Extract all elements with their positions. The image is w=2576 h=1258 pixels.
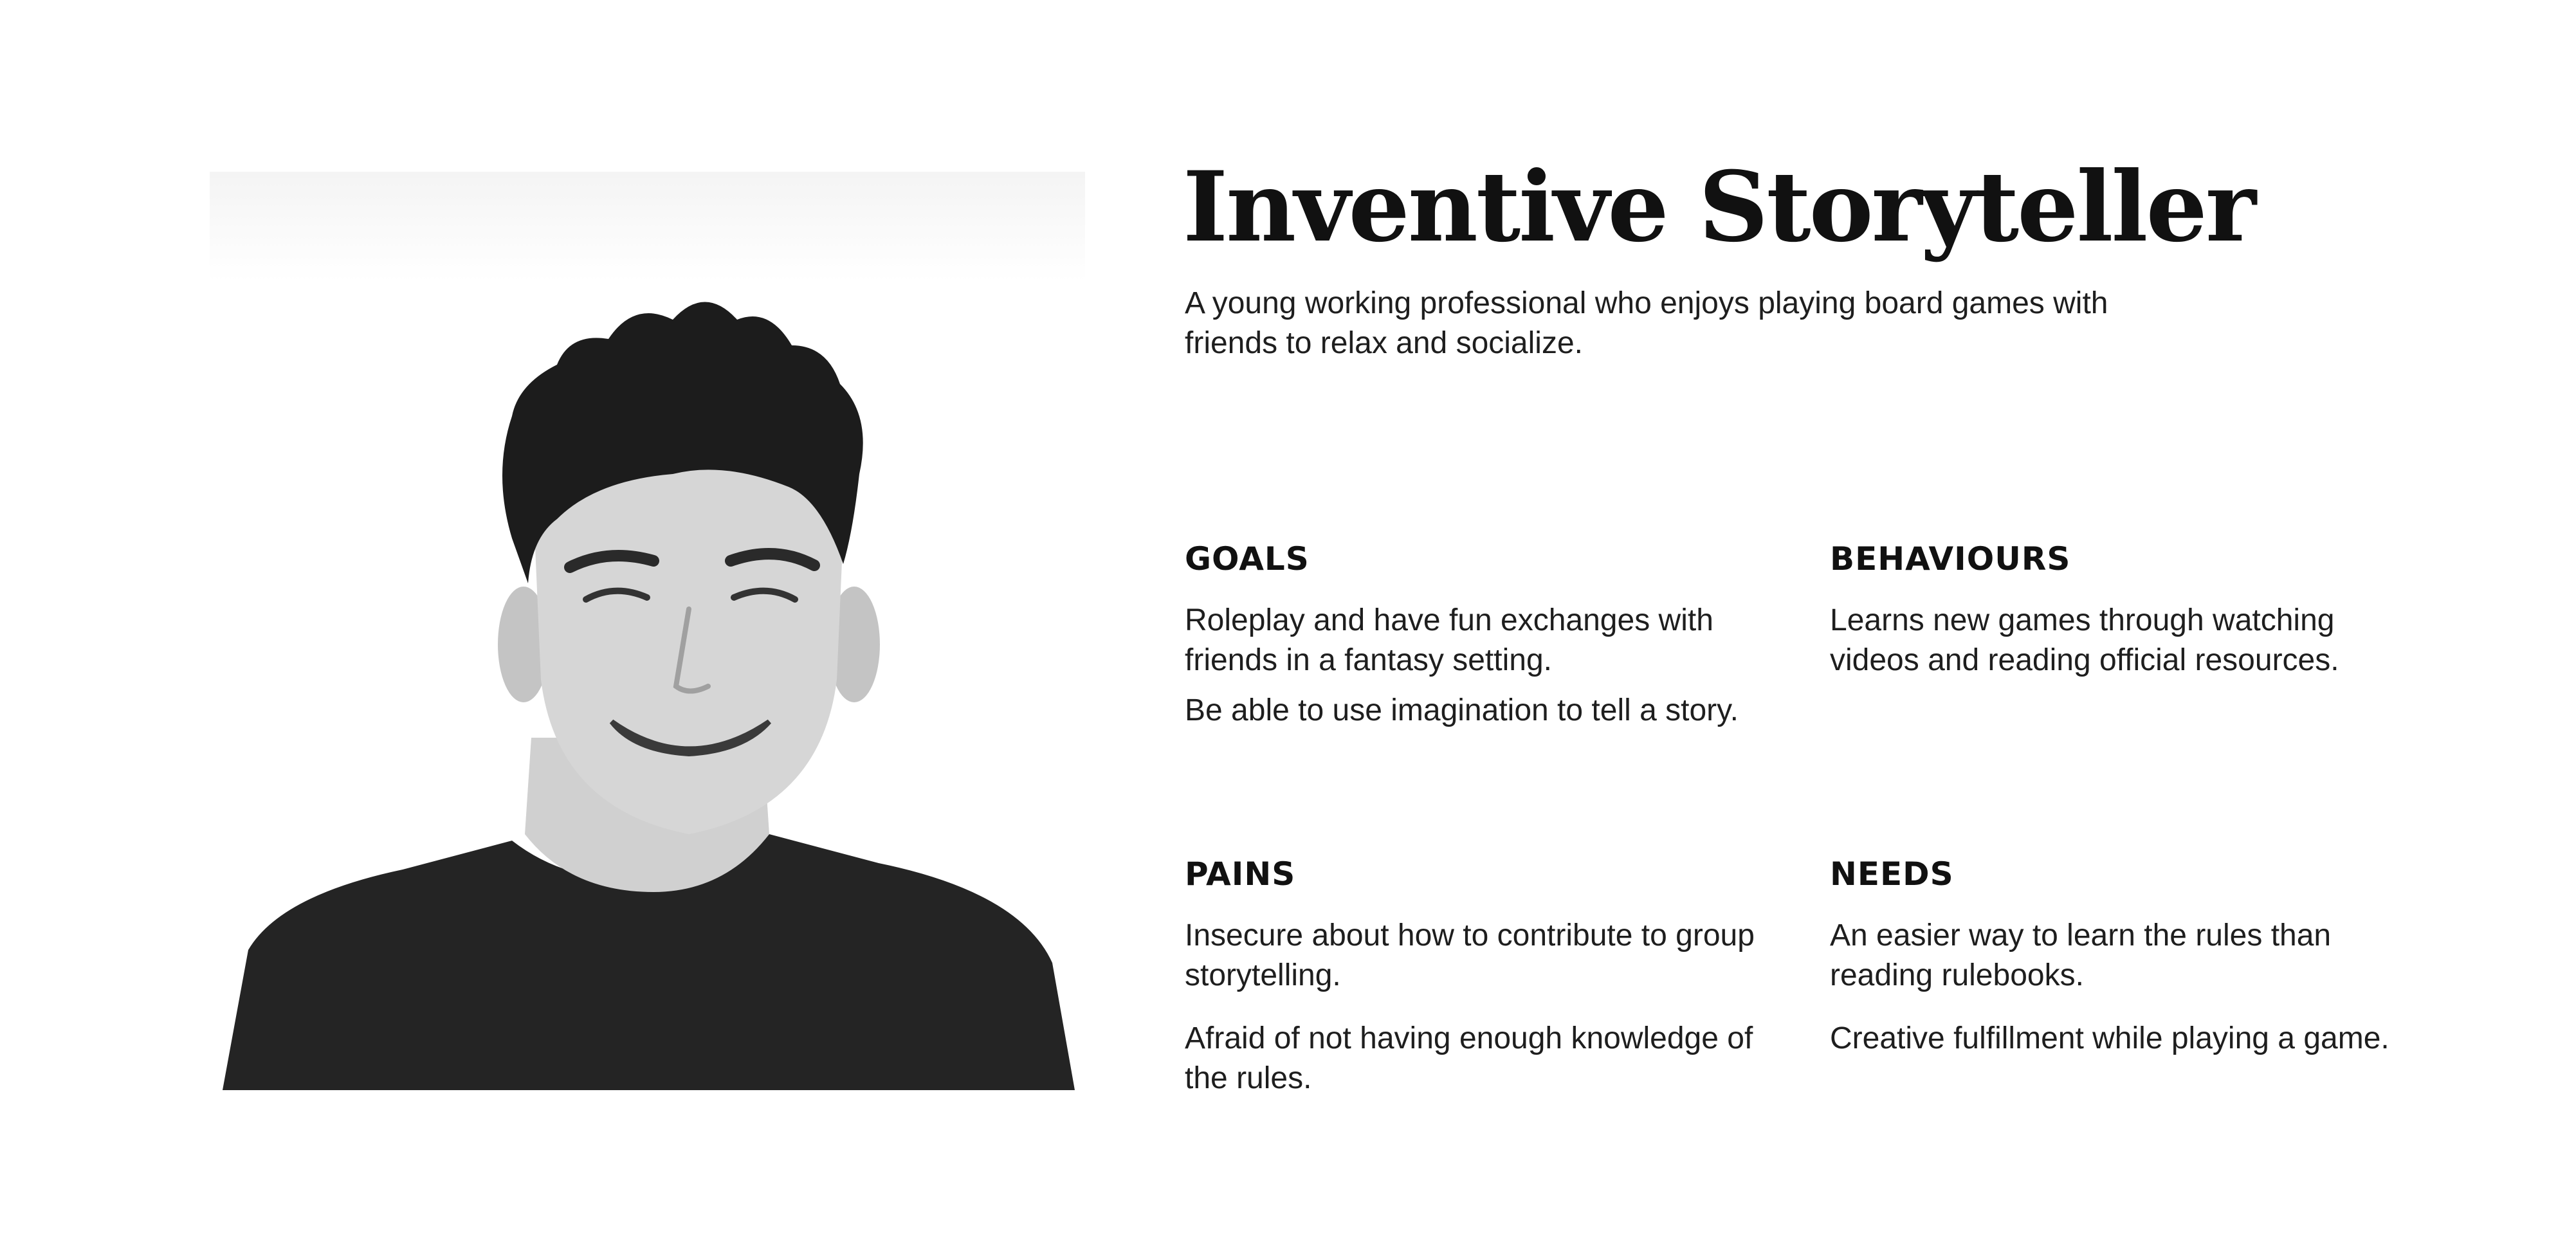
behaviours-item: Learns new games through watching videos… — [1830, 603, 2339, 677]
persona-title: Inventive Storyteller — [1183, 150, 2256, 264]
persona-subtitle: A young working professional who enjoys … — [1185, 286, 2108, 360]
behaviours-section: BEHAVIOURS Learns new games through watc… — [1830, 539, 2409, 691]
persona-portrait-illustration — [223, 302, 1075, 1090]
needs-heading: NEEDS — [1830, 855, 1954, 893]
pains-item: Afraid of not having enough knowledge of… — [1185, 1021, 1753, 1095]
goals-item: Roleplay and have fun exchanges with fri… — [1185, 603, 1713, 677]
persona-photo — [210, 172, 1085, 1090]
goals-heading: GOALS — [1185, 540, 1310, 578]
behaviours-heading: BEHAVIOURS — [1830, 540, 2071, 578]
needs-section: NEEDS An easier way to learn the rules t… — [1830, 854, 2409, 1069]
needs-item: An easier way to learn the rules than re… — [1830, 918, 2332, 992]
pains-section: PAINS Insecure about how to contribute t… — [1185, 854, 1764, 1109]
goals-item: Be able to use imagination to tell a sto… — [1185, 693, 1739, 727]
needs-item: Creative fulfillment while playing a gam… — [1830, 1021, 2389, 1055]
pains-heading: PAINS — [1185, 855, 1296, 893]
goals-section: GOALS Roleplay and have fun exchanges wi… — [1185, 539, 1764, 741]
pains-item: Insecure about how to contribute to grou… — [1185, 918, 1755, 992]
